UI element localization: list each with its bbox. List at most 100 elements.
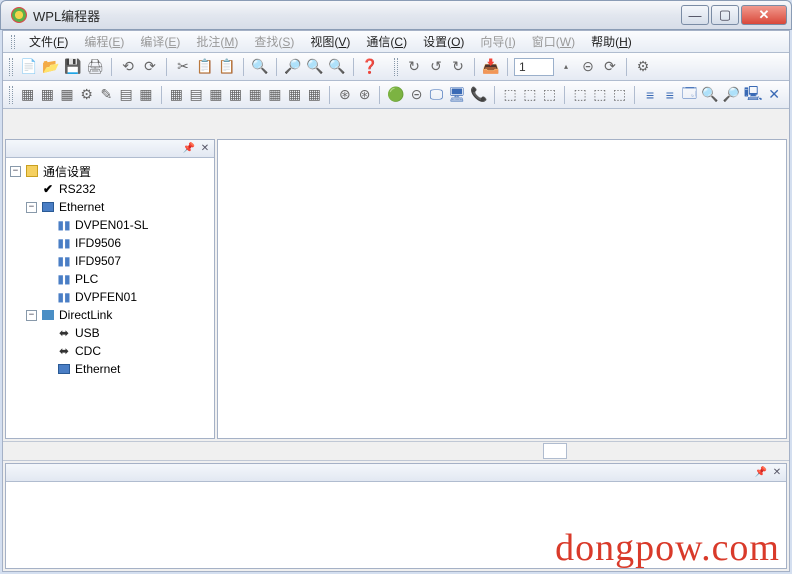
toolbar-button: ▦	[246, 85, 264, 105]
toolbar-button: ✂	[173, 57, 193, 77]
menu-设置[interactable]: 设置(O)	[415, 31, 472, 52]
menubar-grip	[11, 35, 15, 49]
toolbar-secondary: ▦▦▦⚙✎▤▦▦▤▦▦▦▦▦▦⊛⊛🟢⊝🖵🖥📞⬚⬚⬚⬚⬚⬚≡≡🗔🔍🔎🖳✕	[3, 81, 789, 109]
menu-帮助[interactable]: 帮助(H)	[583, 31, 640, 52]
toolbar-button[interactable]: ≡	[641, 85, 659, 105]
toolbar-button: ⬚	[571, 85, 589, 105]
toolbar-button: ⬚	[611, 85, 629, 105]
device-icon: ▮▮	[57, 218, 71, 232]
ethernet-icon	[41, 200, 55, 214]
toolbar-button: 💾	[63, 57, 83, 77]
toolbar-button[interactable]: 📂	[41, 57, 61, 77]
toolbar-button: ▦	[305, 85, 323, 105]
toolbar-button: ⟳	[140, 57, 160, 77]
menubar: 文件(F)编程(E)编译(E)批注(M)查找(S)视图(V)通信(C)设置(O)…	[3, 31, 789, 53]
toolbar-button: ▦	[58, 85, 76, 105]
toolbar-button: 📞	[469, 85, 488, 105]
toolbar-button[interactable]: 🖥	[447, 85, 467, 105]
tree-label: PLC	[75, 272, 98, 286]
titlebar: WPL编程器 — ▢ ✕	[0, 0, 792, 30]
toolbar-button: 🖨	[85, 57, 105, 77]
panel-pin-icon[interactable]: 📌	[182, 142, 196, 156]
toolbar-button: ⊝	[578, 57, 598, 77]
toolbar-button: ▦	[38, 85, 56, 105]
device-icon: ▮▮	[57, 272, 71, 286]
toolbar-button: 🔍	[305, 57, 325, 77]
status-box	[543, 443, 567, 459]
tree-node[interactable]: ✔RS232	[10, 180, 210, 198]
tree-label: DVPFEN01	[75, 290, 137, 304]
toolbar-button: ▦	[168, 85, 186, 105]
toolbar-button[interactable]: 📄	[19, 57, 39, 77]
toolbar-button[interactable]: ❓	[360, 57, 380, 77]
toolbar-button: ▦	[207, 85, 225, 105]
menu-批注: 批注(M)	[188, 31, 246, 52]
toolbar-button[interactable]: ✕	[765, 85, 783, 105]
usb-icon: ⬌	[57, 326, 71, 340]
work-area: 📌 ✕ −通信设置✔RS232−Ethernet▮▮DVPEN01-SL▮▮IF…	[3, 137, 789, 441]
toolbar-button[interactable]: 🟢	[386, 85, 405, 105]
toolbar-button: ▦	[227, 85, 245, 105]
app-frame: 文件(F)编程(E)编译(E)批注(M)查找(S)视图(V)通信(C)设置(O)…	[2, 30, 790, 572]
status-strip	[3, 441, 789, 461]
toolbar-button: 📋	[195, 57, 215, 77]
toolbar-button: 🔎	[283, 57, 303, 77]
toolbar-button: ⊛	[356, 85, 374, 105]
root-icon	[25, 164, 39, 178]
toolbar-button[interactable]: 🔎	[722, 85, 741, 105]
expander-icon[interactable]: −	[10, 166, 21, 177]
expander-icon[interactable]: −	[26, 310, 37, 321]
tree-node[interactable]: ▮▮DVPEN01-SL	[10, 216, 210, 234]
maximize-button[interactable]: ▢	[711, 5, 739, 25]
toolbar-button: ⚙	[78, 85, 96, 105]
close-button[interactable]: ✕	[741, 5, 787, 25]
toolbar-button: 🔍	[327, 57, 347, 77]
tree-node[interactable]: − DirectLink	[10, 306, 210, 324]
toolbar-button: 📋	[217, 57, 237, 77]
output-close-icon[interactable]: ✕	[770, 466, 784, 480]
window-buttons: — ▢ ✕	[679, 5, 787, 25]
tree-label: Ethernet	[59, 200, 104, 214]
toolbar-button: ↺	[426, 57, 446, 77]
toolbar-button: ▦	[19, 85, 37, 105]
toolbar-button[interactable]: ≡	[661, 85, 679, 105]
tree-node[interactable]: ▮▮IFD9507	[10, 252, 210, 270]
toolbar-button[interactable]: 🔍	[700, 85, 719, 105]
menu-通信[interactable]: 通信(C)	[358, 31, 415, 52]
editor-view[interactable]	[217, 139, 787, 439]
tree-node[interactable]: ⬌ USB	[10, 324, 210, 342]
minimize-button[interactable]: —	[681, 5, 709, 25]
tree-node[interactable]: − Ethernet	[10, 198, 210, 216]
tree-label: CDC	[75, 344, 101, 358]
menu-文件[interactable]: 文件(F)	[21, 31, 76, 52]
output-pin-icon[interactable]: 📌	[754, 466, 768, 480]
tree-label: USB	[75, 326, 100, 340]
menu-视图[interactable]: 视图(V)	[302, 31, 358, 52]
tree-label: IFD9506	[75, 236, 121, 250]
output-header: 📌 ✕	[6, 464, 786, 482]
device-icon: ▮▮	[57, 254, 71, 268]
toolbar-button: ▤	[117, 85, 135, 105]
tree-label: DirectLink	[59, 308, 112, 322]
app-icon	[11, 7, 27, 23]
comm-tree[interactable]: −通信设置✔RS232−Ethernet▮▮DVPEN01-SL▮▮IFD950…	[6, 158, 214, 438]
toolbar-grip	[9, 86, 13, 104]
tree-node[interactable]: ▮▮ PLC	[10, 270, 210, 288]
device-icon: ▮▮	[57, 236, 71, 250]
panel-close-icon[interactable]: ✕	[198, 142, 212, 156]
toolbar-button: ▦	[286, 85, 304, 105]
page-input[interactable]	[514, 58, 554, 76]
tree-node[interactable]: ⬌CDC	[10, 342, 210, 360]
toolbar-button: ⬚	[501, 85, 519, 105]
toolbar-button[interactable]: 🖳	[743, 85, 763, 105]
tree-root[interactable]: −通信设置	[10, 162, 210, 180]
tree-node[interactable]: ▮▮DVPFEN01	[10, 288, 210, 306]
toolbar-button: ⚙	[633, 57, 653, 77]
tree-node[interactable]: Ethernet	[10, 360, 210, 378]
expander-icon[interactable]: −	[26, 202, 37, 213]
toolbar-button[interactable]: 🗔	[681, 85, 699, 105]
tree-node[interactable]: ▮▮ IFD9506	[10, 234, 210, 252]
toolbar-button: ▤	[187, 85, 205, 105]
toolbar-button[interactable]: 🖵	[427, 85, 445, 105]
toolbar-button: ↻	[404, 57, 424, 77]
